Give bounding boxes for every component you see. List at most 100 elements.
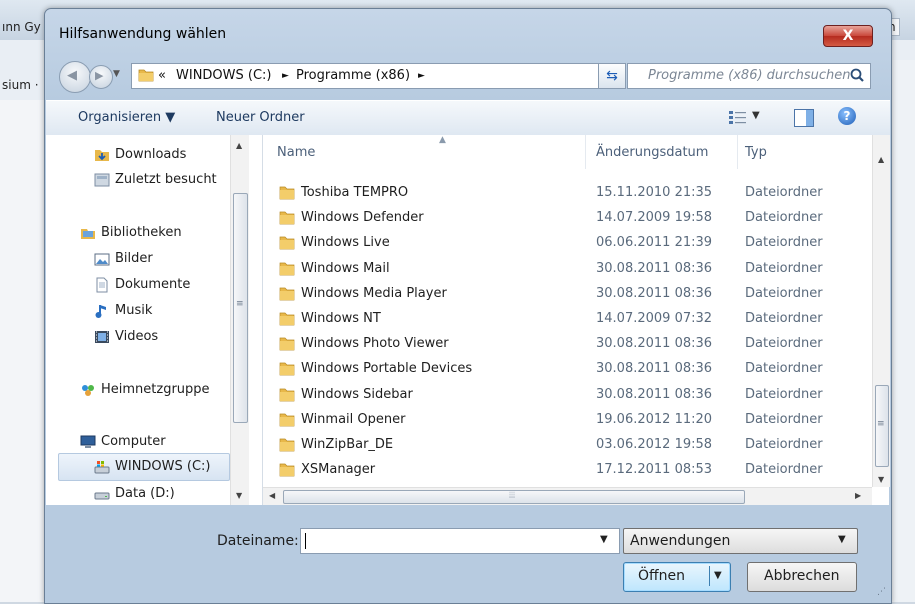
breadcrumb-separator-icon[interactable]: ► xyxy=(418,71,425,81)
navigation-scrollbar[interactable]: ▲ ≡ ▼ xyxy=(230,135,249,505)
file-name: Windows Sidebar xyxy=(301,386,413,402)
organize-menu-button[interactable]: Organisieren ▼ xyxy=(78,110,175,125)
folder-icon xyxy=(279,413,295,427)
file-date: 30.08.2011 08:36 xyxy=(596,361,713,377)
scroll-up-icon[interactable]: ▲ xyxy=(236,141,242,150)
file-type: Dateiordner xyxy=(745,260,823,276)
scroll-down-icon[interactable]: ▼ xyxy=(236,491,242,500)
libraries-icon xyxy=(81,229,95,239)
scroll-grip-icon: ⦙⦙⦙ xyxy=(509,491,516,501)
folder-icon xyxy=(279,337,295,351)
forward-button[interactable]: ▶ xyxy=(89,65,113,89)
file-name: Windows Mail xyxy=(301,260,390,276)
file-row[interactable]: Windows Photo Viewer 30.08.2011 08:36 Date… xyxy=(263,332,873,357)
scroll-left-icon[interactable]: ◀ xyxy=(269,491,275,500)
nav-item-label: Dokumente xyxy=(115,277,191,292)
recent-locations-dropdown[interactable]: ▼ xyxy=(113,69,120,79)
file-row[interactable]: Windows Mail 30.08.2011 08:36 Dateiordner xyxy=(263,257,873,282)
address-bar[interactable]: « WINDOWS (C:) ► Programme (x86) ► ▼ xyxy=(131,63,666,89)
scroll-up-icon[interactable]: ▲ xyxy=(878,155,884,164)
new-folder-button[interactable]: Neuer Ordner xyxy=(216,110,305,125)
drive-d-icon xyxy=(94,492,110,500)
pictures-icon xyxy=(94,253,110,266)
filename-input[interactable] xyxy=(300,528,620,554)
breadcrumb-separator-icon[interactable]: ► xyxy=(282,71,289,81)
nav-item-label: Heimnetzgruppe xyxy=(101,382,210,397)
folder-icon xyxy=(279,388,295,401)
filetype-select[interactable]: Anwendungen ▼ xyxy=(623,528,858,554)
recent-places-icon xyxy=(94,173,110,187)
drive-c-icon xyxy=(94,461,110,474)
file-type: Dateiordner xyxy=(745,235,823,251)
column-separator[interactable] xyxy=(585,135,586,169)
column-separator[interactable] xyxy=(737,135,738,169)
nav-item-label: Bilder xyxy=(115,251,153,266)
back-button[interactable]: ◀ xyxy=(59,61,91,93)
view-options-icon[interactable] xyxy=(728,109,748,125)
scroll-right-icon[interactable]: ▶ xyxy=(855,491,861,500)
chevron-down-icon: ▼ xyxy=(838,534,846,545)
breadcrumb-programme-x86[interactable]: Programme (x86) xyxy=(296,68,410,83)
nav-item-label: Musik xyxy=(115,303,153,318)
file-row[interactable]: Windows NT 14.07.2009 07:32 Dateiordner xyxy=(263,307,873,332)
file-row[interactable]: Windows Defender 14.07.2009 19:58 Dateiord… xyxy=(263,206,873,231)
open-button-label: Öffnen xyxy=(638,568,686,584)
refresh-button[interactable]: ⇆ xyxy=(598,63,626,89)
refresh-icon: ⇆ xyxy=(606,68,618,84)
homegroup-icon xyxy=(82,385,94,396)
file-row[interactable]: WinZipBar_DE 03.06.2012 19:58 Dateiordner xyxy=(263,433,873,458)
file-row[interactable]: Windows Portable Devices 30.08.2011 08:36… xyxy=(263,357,873,382)
close-button[interactable]: X xyxy=(823,25,873,47)
preview-pane-icon[interactable] xyxy=(794,109,814,127)
file-date: 14.07.2009 07:32 xyxy=(596,311,713,326)
column-header-date[interactable]: Änderungsdatum xyxy=(596,145,708,160)
file-row[interactable]: Toshiba TEMPRO 15.11.2010 21:35 Dateiordne… xyxy=(263,181,873,206)
file-type: Dateiordner xyxy=(745,361,823,377)
file-row[interactable]: Windows Sidebar 30.08.2011 08:36 Dateiordn… xyxy=(263,383,873,408)
file-list-horizontal-scrollbar[interactable]: ◀ ⦙⦙⦙ ▶ xyxy=(263,487,872,505)
file-row[interactable]: Windows Media Player 30.08.2011 08:36 Date… xyxy=(263,282,873,307)
file-date: 30.08.2011 08:36 xyxy=(596,285,713,301)
music-icon xyxy=(95,305,106,318)
search-icon[interactable] xyxy=(848,67,866,85)
cancel-button-label: Abbrechen xyxy=(764,568,840,584)
folder-icon xyxy=(279,186,295,200)
split-divider xyxy=(709,566,710,586)
column-header-type[interactable]: Typ xyxy=(745,145,767,160)
column-header-name[interactable]: Name xyxy=(277,145,315,160)
close-icon: X xyxy=(842,28,854,44)
arrow-left-icon: ◀ xyxy=(67,68,77,83)
address-overflow-chevron[interactable]: « xyxy=(158,68,166,83)
file-row[interactable]: Windows Live 06.06.2011 21:39 Dateiordner xyxy=(263,231,873,256)
file-row[interactable]: XSManager 17.12.2011 08:53 Dateiordner xyxy=(263,458,873,483)
folder-icon xyxy=(279,438,295,452)
help-icon[interactable]: ? xyxy=(838,107,856,125)
view-dropdown-icon[interactable]: ▼ xyxy=(752,110,760,121)
breadcrumb-windows-c[interactable]: WINDOWS (C:) xyxy=(176,68,272,83)
file-list-vertical-scrollbar[interactable]: ▲ ≡ ▼ xyxy=(872,135,890,487)
file-date: 19.06.2012 11:20 xyxy=(596,411,713,427)
search-input[interactable]: Programme (x86) durchsuchen xyxy=(627,63,871,89)
sort-ascending-icon: ▲ xyxy=(439,135,446,145)
file-name: Windows Photo Viewer xyxy=(301,336,449,352)
nav-item-label: Computer xyxy=(101,434,166,449)
search-placeholder: Programme (x86) durchsuchen xyxy=(648,68,851,83)
navigation-pane: Downloads Zuletzt besucht Bibliotheken B… xyxy=(46,135,263,505)
filename-history-dropdown-icon[interactable]: ▼ xyxy=(600,534,608,545)
cancel-button[interactable]: Abbrechen xyxy=(747,562,857,592)
open-button[interactable]: Öffnen ▼ xyxy=(623,562,731,592)
dialog-title: Hilfsanwendung wählen xyxy=(59,26,227,42)
file-type: Dateiordner xyxy=(745,210,823,226)
filename-label: Dateiname: xyxy=(217,533,299,549)
scroll-down-icon[interactable]: ▼ xyxy=(878,475,884,484)
file-list: ▲ Name Änderungsdatum Typ Toshiba TEMPRO… xyxy=(263,135,890,505)
file-date: 15.11.2010 21:35 xyxy=(596,185,713,200)
folder-icon xyxy=(279,211,295,225)
folder-icon xyxy=(279,237,295,250)
file-type: Dateiordner xyxy=(745,437,823,452)
file-row[interactable]: Winmail Opener 19.06.2012 11:20 Dateiordne… xyxy=(263,408,873,433)
file-date: 14.07.2009 19:58 xyxy=(596,210,713,226)
file-name: Windows Portable Devices xyxy=(301,361,473,377)
open-options-dropdown-icon[interactable]: ▼ xyxy=(714,570,722,581)
resize-grip-icon[interactable]: ⋰ xyxy=(877,587,886,597)
